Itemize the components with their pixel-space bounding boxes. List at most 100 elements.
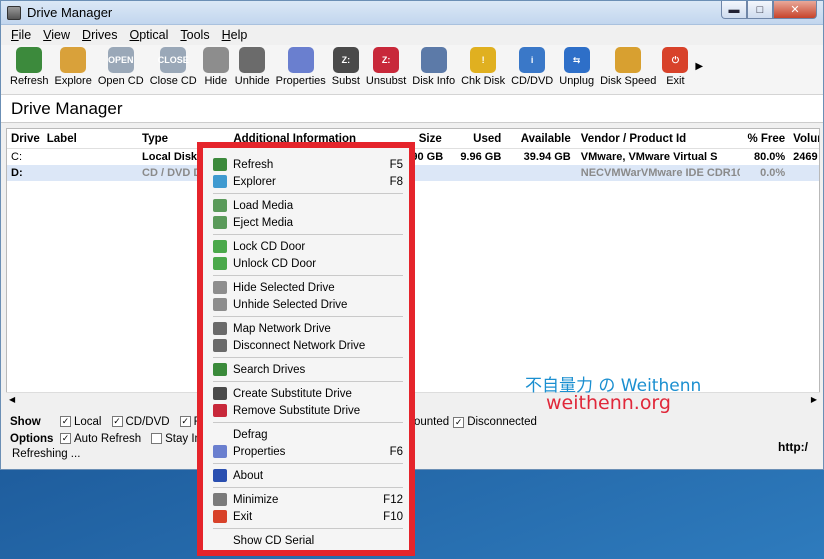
menu-item-label: Load Media: [233, 199, 294, 212]
auto-refresh-checkbox[interactable]: ✓ Auto Refresh: [60, 433, 141, 445]
disk-info-icon: [420, 47, 447, 73]
unhide-button[interactable]: Unhide: [232, 45, 273, 87]
cddvd-label: CD/DVD: [125, 415, 170, 428]
menu-item-minimize[interactable]: Minimize F12: [213, 491, 403, 508]
menu-item-hide-selected-drive[interactable]: Hide Selected Drive: [213, 279, 403, 296]
menu-item-label: Unlock CD Door: [233, 257, 317, 270]
menu-separator: [213, 275, 403, 276]
menu-item-shortcut: F8: [389, 175, 403, 188]
col-label[interactable]: Label: [43, 133, 138, 145]
menu-item-create-substitute-drive[interactable]: Create Substitute Drive: [213, 385, 403, 402]
refresh-button[interactable]: Refresh: [7, 45, 52, 87]
subst-button[interactable]: Z: Subst: [329, 45, 363, 87]
menu-item-disconnect-network-drive[interactable]: Disconnect Network Drive: [213, 337, 403, 354]
menu-item-explorer[interactable]: Explorer F8: [213, 173, 403, 190]
toolbar-label: Open CD: [97, 75, 144, 87]
explore-button[interactable]: Explore: [52, 45, 95, 87]
maximize-button[interactable]: □: [747, 1, 773, 19]
menu-item-eject-media[interactable]: Eject Media: [213, 214, 403, 231]
menu-item-exit[interactable]: Exit F10: [213, 508, 403, 525]
lock-cd-icon: [213, 240, 227, 253]
menu-item-label: Eject Media: [233, 216, 294, 229]
app-icon: [7, 5, 21, 20]
menu-file[interactable]: File: [5, 28, 37, 42]
menu-view[interactable]: View: [37, 28, 76, 42]
unmounted-checkbox[interactable]: ounted ✓ Disconnected: [414, 416, 537, 428]
cddvd-checkbox[interactable]: ✓ CD/DVD: [111, 415, 170, 428]
unsubst-button[interactable]: Z: Unsubst: [363, 45, 409, 87]
open-cd-button[interactable]: OPEN Open CD: [95, 45, 147, 87]
stay-checkbox[interactable]: Stay In: [151, 433, 201, 445]
menu-item-properties[interactable]: Properties F6: [213, 443, 403, 460]
menu-drives[interactable]: Drives: [76, 28, 123, 42]
menu-item-search-drives[interactable]: Search Drives: [213, 361, 403, 378]
unlock-cd-icon: [213, 257, 227, 270]
scroll-left-icon[interactable]: ◀: [9, 395, 15, 404]
hide-icon: [202, 47, 229, 73]
col-vendor[interactable]: Vendor / Product Id: [575, 133, 740, 145]
menu-item-unhide-selected-drive[interactable]: Unhide Selected Drive: [213, 296, 403, 313]
properties-button[interactable]: Properties: [273, 45, 329, 87]
col-drive[interactable]: Drive: [7, 133, 43, 145]
menu-optical[interactable]: Optical: [123, 28, 174, 42]
options-label: Options: [10, 432, 54, 445]
page-title: Drive Manager: [1, 95, 823, 123]
menu-item-label: Defrag: [233, 428, 268, 441]
disk-speed-button[interactable]: Disk Speed: [597, 45, 659, 87]
menu-item-label: Refresh: [233, 158, 274, 171]
about-icon: [213, 469, 227, 482]
menu-item-label: Unhide Selected Drive: [233, 298, 348, 311]
local-checkbox[interactable]: ✓ Local: [60, 416, 102, 428]
hide-button[interactable]: Hide: [200, 45, 232, 87]
menu-help[interactable]: Help: [216, 28, 254, 42]
close-button[interactable]: ✕: [773, 1, 817, 19]
menu-item-load-media[interactable]: Load Media: [213, 197, 403, 214]
checkmark-icon: ✓: [60, 433, 71, 444]
menu-item-refresh[interactable]: Refresh F5: [213, 156, 403, 173]
col-free[interactable]: % Free: [740, 133, 790, 145]
toolbar-label: Unsubst: [365, 75, 407, 87]
context-menu-items: Refresh F5 Explorer F8 Load Media Eject Media…: [213, 156, 403, 549]
close-cd-button[interactable]: CLOSE Close CD: [147, 45, 200, 87]
col-volume[interactable]: Volum: [789, 133, 819, 145]
menu-item-about[interactable]: About: [213, 467, 403, 484]
status-url[interactable]: http:/: [778, 440, 808, 454]
scroll-right-icon[interactable]: ▶: [811, 395, 817, 404]
menu-item-remove-substitute-drive[interactable]: Remove Substitute Drive: [213, 402, 403, 419]
hide-drive-icon: [213, 281, 227, 294]
minimize-button[interactable]: ▬: [721, 1, 747, 19]
toolbar-label: Unplug: [559, 75, 595, 87]
col-available[interactable]: Available: [505, 133, 574, 145]
chk-disk-button[interactable]: ! Chk Disk: [458, 45, 508, 87]
cell-used: 9.96 GB: [460, 151, 502, 163]
menu-tools[interactable]: Tools: [174, 28, 215, 42]
auto-refresh-label: Auto Refresh: [74, 432, 142, 445]
toolbar-overflow-icon[interactable]: ▶: [695, 61, 703, 72]
load-media-icon: [213, 199, 227, 212]
exit-button[interactable]: ⏻ Exit: [659, 45, 691, 87]
explorer-icon: [213, 175, 227, 188]
title-bar[interactable]: Drive Manager ▬ □ ✕: [1, 1, 823, 25]
menu-item-show-cd-serial[interactable]: Show CD Serial: [213, 532, 403, 549]
exit-icon: ⏻: [662, 47, 689, 73]
col-used[interactable]: Used: [446, 133, 506, 145]
eject-media-icon: [213, 216, 227, 229]
properties-icon: [287, 47, 314, 73]
cd-dvd-button[interactable]: i CD/DVD: [508, 45, 556, 87]
menu-separator: [213, 528, 403, 529]
create-subst-icon: [213, 387, 227, 400]
menu-item-label: Show CD Serial: [233, 534, 315, 547]
cell-vendor: VMware, VMware Virtual S: [580, 151, 718, 163]
menu-item-unlock-cd-door[interactable]: Unlock CD Door: [213, 255, 403, 272]
toolbar-label: Disk Speed: [600, 75, 657, 87]
menu-item-defrag[interactable]: Defrag: [213, 426, 403, 443]
cd-dvd-icon: i: [519, 47, 546, 73]
toolbar-label: Properties: [275, 75, 326, 87]
menu-item-lock-cd-door[interactable]: Lock CD Door: [213, 238, 403, 255]
unmounted-label: ounted: [414, 416, 450, 428]
chk-disk-icon: !: [470, 47, 497, 73]
refresh-icon: [213, 158, 227, 171]
disk-info-button[interactable]: Disk Info: [409, 45, 458, 87]
unplug-button[interactable]: ⇆ Unplug: [556, 45, 597, 87]
menu-item-map-network-drive[interactable]: Map Network Drive: [213, 320, 403, 337]
